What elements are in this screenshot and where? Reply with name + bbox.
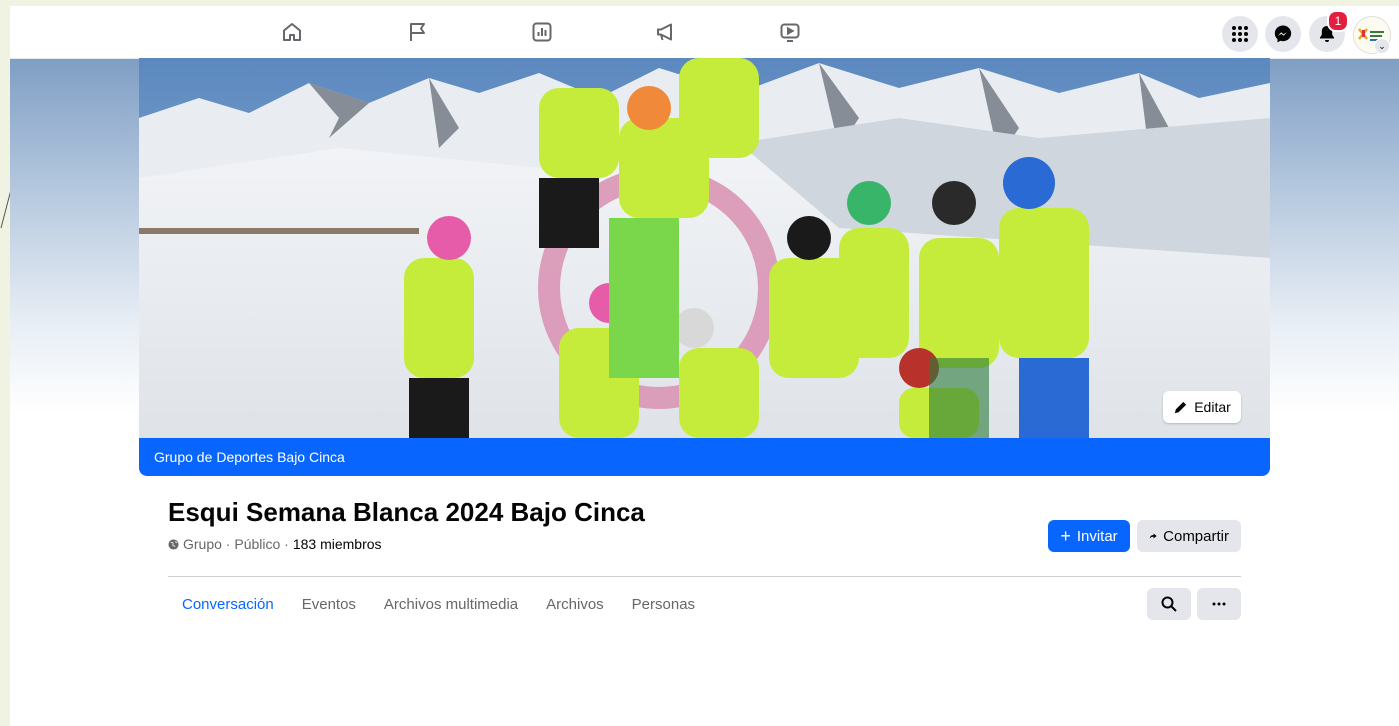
invite-button[interactable]: + Invitar bbox=[1048, 520, 1130, 552]
share-arrow-icon bbox=[1149, 533, 1157, 539]
tab-archivos-multimedia[interactable]: Archivos multimedia bbox=[370, 584, 532, 624]
parent-group-link[interactable]: Deportes Bajo Cinca bbox=[216, 449, 344, 465]
group-meta: Grupo · Público · 183 miembros bbox=[168, 536, 382, 552]
search-icon bbox=[1161, 596, 1177, 612]
megaphone-icon bbox=[657, 23, 672, 41]
nav-tab-pages[interactable] bbox=[398, 14, 438, 50]
home-icon bbox=[283, 23, 301, 41]
messenger-icon bbox=[1274, 25, 1292, 43]
group-tabs: Conversación Eventos Archivos multimedia… bbox=[168, 584, 709, 624]
nav-tab-video[interactable] bbox=[770, 14, 810, 50]
more-icon bbox=[1212, 602, 1226, 606]
more-options-button[interactable] bbox=[1197, 588, 1241, 620]
cover-photo-image bbox=[139, 58, 1270, 438]
facebook-page: 1 ⌄ Editar Grupo de Deportes Bajo Cinca … bbox=[10, 6, 1399, 726]
share-button[interactable]: Compartir bbox=[1137, 520, 1241, 552]
parent-group-prefix: Grupo de bbox=[154, 449, 213, 465]
chevron-down-icon[interactable]: ⌄ bbox=[1374, 38, 1390, 54]
invite-label: Invitar bbox=[1076, 527, 1118, 545]
tab-personas[interactable]: Personas bbox=[618, 584, 709, 624]
header-divider bbox=[168, 576, 1241, 577]
flag-icon bbox=[410, 23, 425, 41]
nav-tab-home[interactable] bbox=[272, 14, 312, 50]
pencil-icon bbox=[1175, 401, 1187, 413]
dashboard-icon bbox=[532, 22, 552, 42]
menu-button[interactable] bbox=[1222, 16, 1258, 52]
nav-tab-ads[interactable] bbox=[646, 14, 686, 50]
search-button[interactable] bbox=[1147, 588, 1191, 620]
group-members-link[interactable]: 183 miembros bbox=[293, 536, 382, 552]
edit-cover-button[interactable]: Editar bbox=[1163, 391, 1241, 423]
nav-tab-insights[interactable] bbox=[522, 14, 562, 50]
edit-cover-label: Editar bbox=[1194, 399, 1231, 415]
group-privacy: Grupo · Público · bbox=[183, 536, 289, 552]
cover-photo bbox=[139, 58, 1270, 438]
notifications-button[interactable]: 1 bbox=[1309, 10, 1349, 52]
parent-group-bar: Grupo de Deportes Bajo Cinca bbox=[139, 438, 1270, 476]
notification-count-badge: 1 bbox=[1327, 10, 1349, 32]
page-title: Esqui Semana Blanca 2024 Bajo Cinca bbox=[168, 497, 645, 527]
tab-eventos[interactable]: Eventos bbox=[288, 584, 370, 624]
top-navigation-bar: 1 ⌄ bbox=[10, 6, 1399, 59]
tab-archivos[interactable]: Archivos bbox=[532, 584, 618, 624]
tab-conversacion[interactable]: Conversación bbox=[168, 584, 288, 624]
share-label: Compartir bbox=[1163, 527, 1229, 545]
messenger-button[interactable] bbox=[1265, 16, 1301, 52]
plus-icon: + bbox=[1060, 526, 1071, 546]
video-icon bbox=[780, 23, 800, 42]
globe-icon bbox=[168, 538, 179, 550]
grid-menu-icon bbox=[1232, 26, 1248, 42]
